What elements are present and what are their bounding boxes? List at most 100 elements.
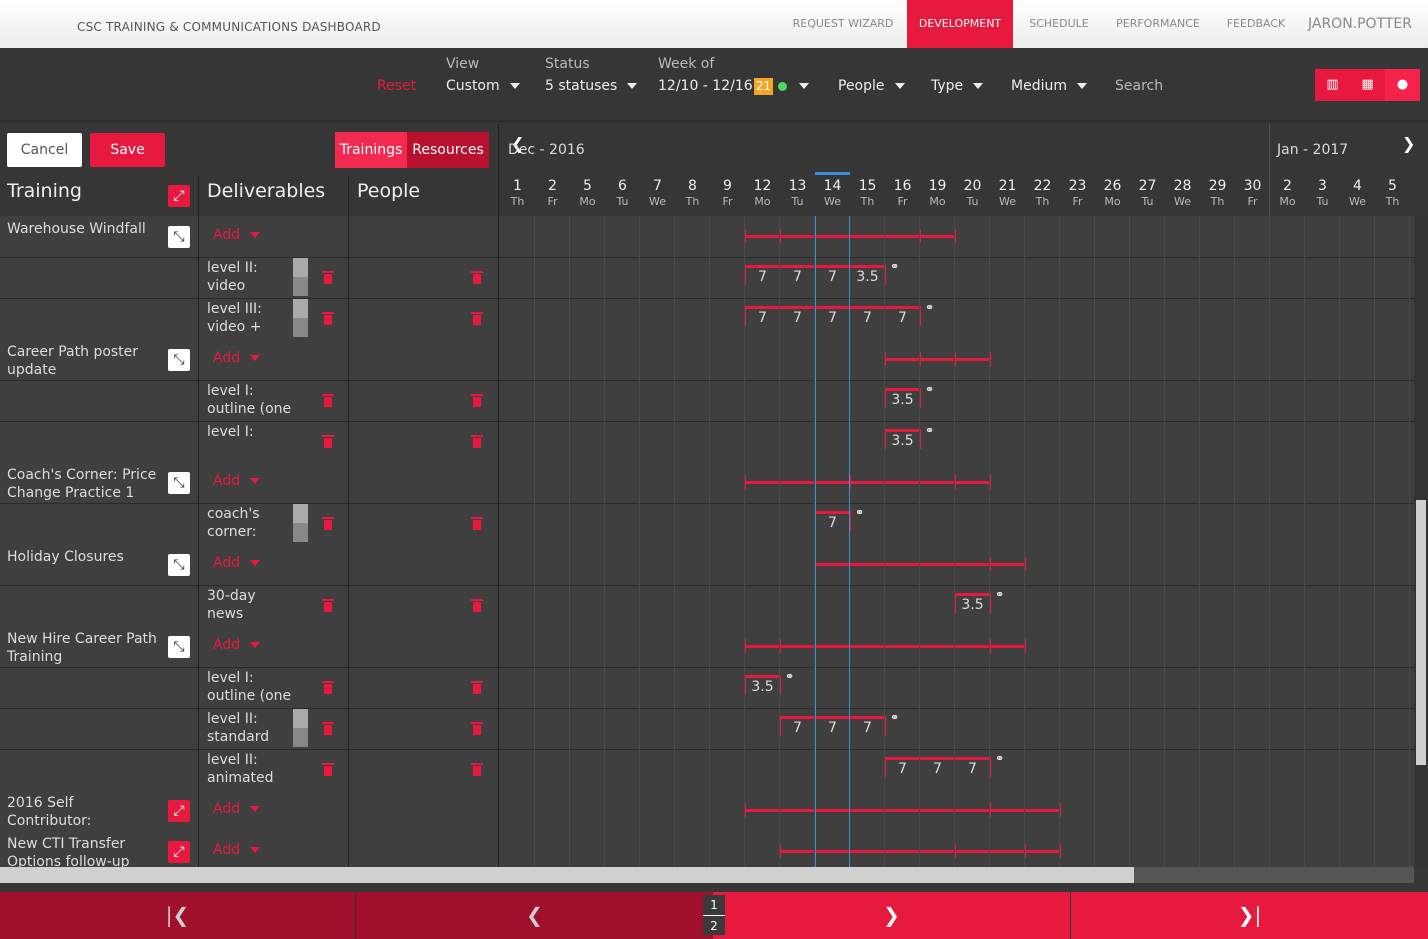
- search-input[interactable]: Search: [1115, 78, 1163, 94]
- trash-icon[interactable]: [471, 517, 483, 530]
- link-icon[interactable]: ⚭: [785, 670, 794, 683]
- next-page-button[interactable]: ❯: [713, 892, 1070, 939]
- trash-icon[interactable]: [322, 722, 334, 735]
- link-icon[interactable]: ⚭: [925, 424, 934, 437]
- deliverable-timeline-bar: [955, 593, 990, 596]
- hours-value: 7: [968, 761, 977, 777]
- trash-icon[interactable]: [471, 722, 483, 735]
- trash-icon[interactable]: [322, 271, 334, 284]
- vertical-scroll-thumb[interactable]: [1416, 500, 1426, 765]
- hours-value: 7: [828, 720, 837, 736]
- column-separator: [348, 176, 349, 216]
- add-deliverable-button[interactable]: Add: [213, 473, 261, 489]
- deliverable-label: level III: video + heavily: [207, 301, 262, 335]
- collapse-button[interactable]: ⤢: [168, 841, 190, 863]
- people-filter-label: People: [838, 78, 885, 94]
- resources-toggle[interactable]: Resources: [407, 132, 489, 168]
- day-column-header: 9 Fr: [710, 178, 745, 210]
- trash-icon[interactable]: [322, 517, 334, 530]
- add-deliverable-button[interactable]: Add: [213, 555, 261, 571]
- link-icon[interactable]: ⚭: [925, 301, 934, 314]
- chevron-right-icon[interactable]: ❯: [1402, 134, 1415, 153]
- trash-icon[interactable]: [471, 763, 483, 776]
- trash-icon[interactable]: [471, 681, 483, 694]
- link-icon[interactable]: ⚭: [995, 752, 1004, 765]
- current-page: 1: [703, 895, 725, 916]
- day-weekday: Th: [1385, 195, 1400, 208]
- day-weekday: We: [649, 195, 666, 208]
- link-icon[interactable]: ⚭: [925, 383, 934, 396]
- trash-icon[interactable]: [322, 394, 334, 407]
- type-dropdown[interactable]: Type: [931, 78, 984, 94]
- link-icon[interactable]: ⚭: [995, 588, 1004, 601]
- trash-icon[interactable]: [471, 394, 483, 407]
- add-deliverable-button[interactable]: Add: [213, 350, 261, 366]
- people-dropdown[interactable]: People: [838, 78, 905, 94]
- nav-performance[interactable]: PERFORMANCE: [1108, 0, 1208, 48]
- column-view-button[interactable]: ▥: [1315, 69, 1350, 101]
- add-deliverable-button[interactable]: Add: [213, 842, 261, 858]
- reset-button[interactable]: Reset: [377, 78, 416, 94]
- add-deliverable-button[interactable]: Add: [213, 801, 261, 817]
- nav-development[interactable]: DEVELOPMENT: [907, 0, 1013, 48]
- trainings-toggle[interactable]: Trainings: [335, 132, 407, 168]
- nav-feedback[interactable]: FEEDBACK: [1220, 0, 1292, 48]
- day-weekday: Tu: [1316, 195, 1329, 208]
- collapse-button[interactable]: ⤡: [168, 554, 190, 576]
- view-dropdown[interactable]: Custom: [446, 78, 520, 94]
- nav-schedule[interactable]: SCHEDULE: [1022, 0, 1096, 48]
- status-dropdown[interactable]: 5 statuses: [545, 78, 638, 94]
- collapse-button[interactable]: ⤢: [168, 800, 190, 822]
- day-number: 2: [548, 178, 557, 194]
- day-column-header: 16 Fr: [885, 178, 920, 210]
- deliverable-label: level I: outline (one medium): [207, 670, 292, 704]
- today-line: [849, 216, 850, 867]
- save-button[interactable]: Save: [90, 133, 165, 167]
- trash-icon[interactable]: [322, 599, 334, 612]
- cancel-button[interactable]: Cancel: [7, 133, 82, 167]
- collapse-button[interactable]: ⤡: [168, 636, 190, 658]
- first-page-button[interactable]: |❮: [0, 892, 355, 939]
- link-icon[interactable]: ⚭: [890, 260, 899, 273]
- user-menu[interactable]: JARON.POTTER: [1300, 0, 1420, 48]
- day-column-header: 1 Th: [500, 178, 535, 210]
- table-view-button[interactable]: ▦: [1350, 69, 1385, 101]
- trash-icon[interactable]: [322, 435, 334, 448]
- add-deliverable-button[interactable]: Add: [213, 227, 261, 243]
- collapse-button[interactable]: ⤡: [168, 349, 190, 371]
- trash-icon[interactable]: [471, 435, 483, 448]
- chevron-down-icon: [509, 83, 520, 89]
- row-divider: [0, 257, 1428, 258]
- link-icon[interactable]: ⚭: [855, 506, 864, 519]
- collapse-button[interactable]: ⤡: [168, 226, 190, 248]
- day-number: 16: [893, 178, 912, 194]
- medium-dropdown[interactable]: Medium: [1011, 78, 1087, 94]
- chevron-down-icon: [250, 232, 261, 238]
- prev-page-button[interactable]: ❮: [356, 892, 713, 939]
- training-name: Warehouse Windfall: [7, 221, 146, 237]
- trash-icon[interactable]: [471, 271, 483, 284]
- hours-value: 7: [828, 310, 837, 326]
- row-divider: [0, 298, 1428, 299]
- collapse-button[interactable]: ⤡: [168, 472, 190, 494]
- trash-icon[interactable]: [471, 599, 483, 612]
- nav-request-wizard[interactable]: REQUEST WIZARD: [787, 0, 899, 48]
- horizontal-scroll-thumb[interactable]: [0, 867, 1134, 883]
- week-value[interactable]: 12/10 - 12/16: [658, 78, 753, 94]
- trash-icon[interactable]: [322, 763, 334, 776]
- column-separator: [198, 176, 199, 216]
- week-dropdown[interactable]: [789, 78, 809, 94]
- day-number: 4: [1353, 178, 1362, 194]
- expand-all-button[interactable]: ⤢: [168, 185, 190, 207]
- day-number: 29: [1208, 178, 1227, 194]
- trash-icon[interactable]: [322, 312, 334, 325]
- link-icon[interactable]: ⚭: [890, 711, 899, 724]
- day-weekday: We: [824, 195, 841, 208]
- column-separator: [498, 124, 499, 216]
- person-view-button[interactable]: ●: [1385, 69, 1420, 101]
- trash-icon[interactable]: [322, 681, 334, 694]
- trash-icon[interactable]: [471, 312, 483, 325]
- last-page-button[interactable]: ❯|: [1071, 892, 1428, 939]
- add-deliverable-button[interactable]: Add: [213, 637, 261, 653]
- people-column-header: People: [357, 180, 421, 202]
